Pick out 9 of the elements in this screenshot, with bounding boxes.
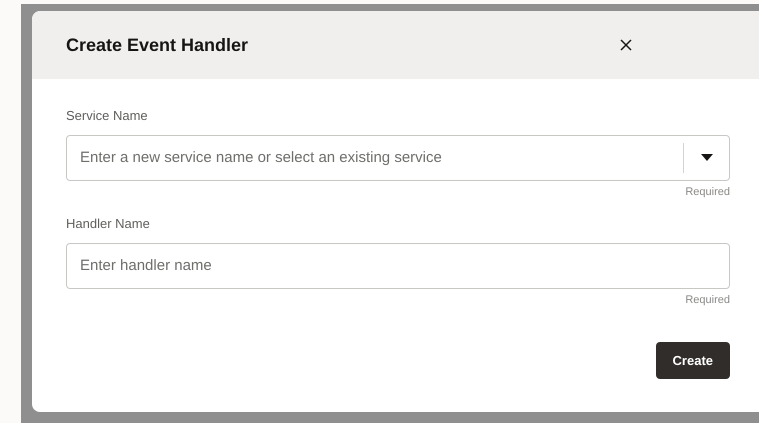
create-button[interactable]: Create <box>656 342 730 379</box>
handler-name-input[interactable]: Enter handler name <box>66 242 730 288</box>
caret-icon <box>700 154 712 161</box>
field-label: Handler Name <box>66 215 151 233</box>
close-icon <box>620 39 632 51</box>
required-hint: Required <box>685 184 730 200</box>
required-hint: Required <box>685 292 730 308</box>
field-label: Service Name <box>66 107 149 125</box>
dialog-title: Create Event Handler <box>66 34 248 56</box>
